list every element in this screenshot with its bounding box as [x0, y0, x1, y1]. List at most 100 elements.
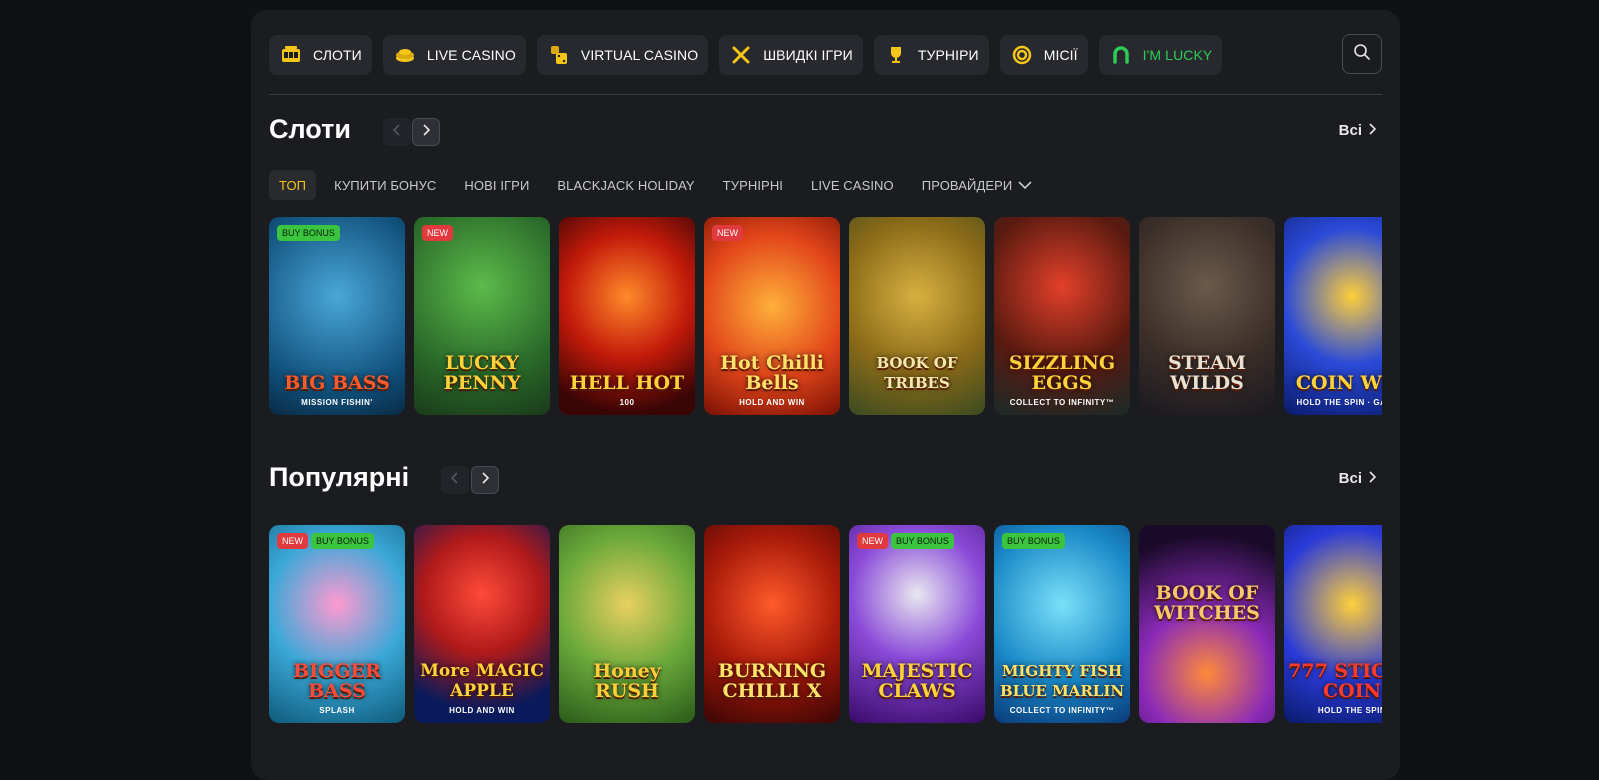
- game-card[interactable]: Hot Chilli Bells HOLD AND WIN NEW: [704, 217, 840, 415]
- badge-group: NEW: [422, 225, 453, 241]
- game-title: HELL HOT: [569, 372, 685, 394]
- popular-all-link[interactable]: Всі: [1338, 470, 1377, 487]
- slots-prev-button[interactable]: [383, 118, 411, 146]
- game-title: BOOK OF WITCHES: [1154, 582, 1260, 624]
- category-im-lucky[interactable]: I'M LUCKY: [1098, 35, 1223, 75]
- game-subtitle: HOLD AND WIN: [449, 706, 515, 715]
- game-title: MAJESTIC CLAWS: [861, 660, 973, 702]
- badge-new: NEW: [857, 533, 888, 549]
- game-card[interactable]: BIGGER BASS SPLASH NEW BUY BONUS: [269, 525, 405, 723]
- badge-buy-bonus: BUY BONUS: [277, 225, 340, 241]
- game-card[interactable]: BOOK OF TRIBES: [849, 217, 985, 415]
- game-title: 777 STICKY COIN: [1288, 660, 1382, 702]
- badge-new: NEW: [712, 225, 743, 241]
- popular-prev-button[interactable]: [441, 466, 469, 494]
- game-card[interactable]: More MAGIC APPLE HOLD AND WIN: [414, 525, 550, 723]
- tab-live-casino[interactable]: LIVE CASINO: [801, 170, 904, 200]
- main-panel: СЛОТИ LIVE CASINO VIRTUAL CASINO ШВИДКІ …: [251, 10, 1400, 780]
- badge-new: NEW: [277, 533, 308, 549]
- game-card[interactable]: COIN WIN HOLD THE SPIN · GAMZIX: [1284, 217, 1382, 415]
- category-label: ШВИДКІ ІГРИ: [763, 47, 853, 63]
- category-slots[interactable]: СЛОТИ: [269, 35, 372, 75]
- tab-new-games[interactable]: НОВІ ІГРИ: [454, 170, 539, 200]
- tab-tournament[interactable]: ТУРНІРНІ: [713, 170, 793, 200]
- badge-group: NEW BUY BONUS: [277, 533, 374, 549]
- game-title: SIZZLING EGGS: [1008, 352, 1116, 394]
- section-title-popular: Популярні: [269, 462, 410, 492]
- game-card[interactable]: SIZZLING EGGS COLLECT TO INFINITY™: [994, 217, 1130, 415]
- trophy-icon: [886, 45, 906, 65]
- category-label: МІСІЇ: [1043, 47, 1078, 63]
- badge-group: BUY BONUS: [1002, 533, 1065, 549]
- chevron-left-icon: [392, 123, 402, 141]
- chevron-down-icon: [1018, 178, 1032, 193]
- chips-icon: [395, 45, 415, 65]
- category-label: LIVE CASINO: [426, 47, 516, 63]
- tab-top[interactable]: ТОП: [269, 170, 317, 200]
- game-card[interactable]: BIG BASS MISSION FISHIN' BUY BONUS: [269, 217, 405, 415]
- content-area: СЛОТИ LIVE CASINO VIRTUAL CASINO ШВИДКІ …: [269, 10, 1382, 780]
- badge-group: NEW: [712, 225, 743, 241]
- category-label: I'M LUCKY: [1142, 47, 1213, 63]
- category-nav: СЛОТИ LIVE CASINO VIRTUAL CASINO ШВИДКІ …: [269, 35, 1223, 75]
- dice-icon: [549, 45, 569, 65]
- game-card[interactable]: 777 STICKY COIN HOLD THE SPIN: [1284, 525, 1382, 723]
- section-title-slots: Слоти: [269, 114, 351, 144]
- game-title: MIGHTY FISH BLUE MARLIN: [999, 662, 1125, 700]
- providers-label: ПРОВАЙДЕРИ: [921, 177, 1013, 193]
- category-fast-games[interactable]: ШВИДКІ ІГРИ: [719, 35, 863, 75]
- game-card[interactable]: BURNING CHILLI X: [704, 525, 840, 723]
- game-thumbnail: [1139, 525, 1275, 723]
- slots-filter-tabs: ТОП КУПИТИ БОНУС НОВІ ІГРИ BLACKJACK HOL…: [269, 170, 1050, 200]
- category-virtual-casino[interactable]: VIRTUAL CASINO: [536, 35, 709, 75]
- game-subtitle: MISSION FISHIN': [301, 398, 373, 407]
- badge-buy-bonus: BUY BONUS: [311, 533, 374, 549]
- game-subtitle: COLLECT TO INFINITY™: [1009, 706, 1115, 715]
- search-button[interactable]: [1342, 34, 1382, 74]
- game-card[interactable]: STEAM WILDS: [1139, 217, 1275, 415]
- game-card[interactable]: BOOK OF WITCHES: [1139, 525, 1275, 723]
- popular-next-button[interactable]: [471, 466, 499, 494]
- game-subtitle: HOLD THE SPIN · GAMZIX: [1296, 398, 1383, 407]
- chevron-right-icon: [1368, 470, 1377, 487]
- game-card[interactable]: LUCKY PENNY NEW: [414, 217, 550, 415]
- chevron-right-icon: [480, 471, 490, 489]
- chevron-right-icon: [421, 123, 431, 141]
- badge-new: NEW: [422, 225, 453, 241]
- category-live-casino[interactable]: LIVE CASINO: [382, 35, 526, 75]
- badge-buy-bonus: BUY BONUS: [891, 533, 954, 549]
- slots-all-link[interactable]: Всі: [1338, 122, 1377, 139]
- chevron-right-icon: [1368, 122, 1377, 139]
- game-card[interactable]: MAJESTIC CLAWS NEW BUY BONUS: [849, 525, 985, 723]
- slots-games-row: BIG BASS MISSION FISHIN' BUY BONUS LUCKY…: [269, 217, 1382, 415]
- popular-games-row: BIGGER BASS SPLASH NEW BUY BONUS More MA…: [269, 525, 1382, 723]
- game-title: Hot Chilli Bells: [720, 352, 824, 394]
- game-card[interactable]: MIGHTY FISH BLUE MARLIN COLLECT TO INFIN…: [994, 525, 1130, 723]
- tab-buy-bonus[interactable]: КУПИТИ БОНУС: [324, 170, 446, 200]
- chevron-left-icon: [450, 471, 460, 489]
- tab-blackjack-holiday[interactable]: BLACKJACK HOLIDAY: [547, 170, 704, 200]
- game-title: LUCKY PENNY: [443, 352, 521, 394]
- game-title: STEAM WILDS: [1167, 352, 1247, 394]
- game-title: Honey RUSH: [593, 660, 661, 702]
- badge-group: BUY BONUS: [277, 225, 340, 241]
- category-tournaments[interactable]: ТУРНІРИ: [873, 35, 989, 75]
- game-card[interactable]: Honey RUSH: [559, 525, 695, 723]
- slots-next-button[interactable]: [412, 118, 440, 146]
- game-title: More MAGIC APPLE: [420, 661, 544, 701]
- all-link-label: Всі: [1338, 122, 1362, 139]
- crossed-swords-icon: [731, 45, 751, 65]
- game-title: BIGGER BASS: [293, 660, 381, 702]
- search-icon: [1353, 43, 1371, 66]
- all-link-label: Всі: [1338, 470, 1362, 487]
- badge-group: NEW BUY BONUS: [857, 533, 954, 549]
- game-subtitle: HOLD THE SPIN: [1317, 706, 1382, 715]
- category-label: СЛОТИ: [313, 47, 362, 63]
- category-label: ТУРНІРИ: [917, 47, 979, 63]
- category-missions[interactable]: МІСІЇ: [999, 35, 1088, 75]
- tab-providers[interactable]: ПРОВАЙДЕРИ: [912, 170, 1043, 200]
- badge-buy-bonus: BUY BONUS: [1002, 533, 1065, 549]
- game-title: BIG BASS: [284, 372, 390, 394]
- game-card[interactable]: HELL HOT 100: [559, 217, 695, 415]
- game-subtitle: COLLECT TO INFINITY™: [1009, 398, 1115, 407]
